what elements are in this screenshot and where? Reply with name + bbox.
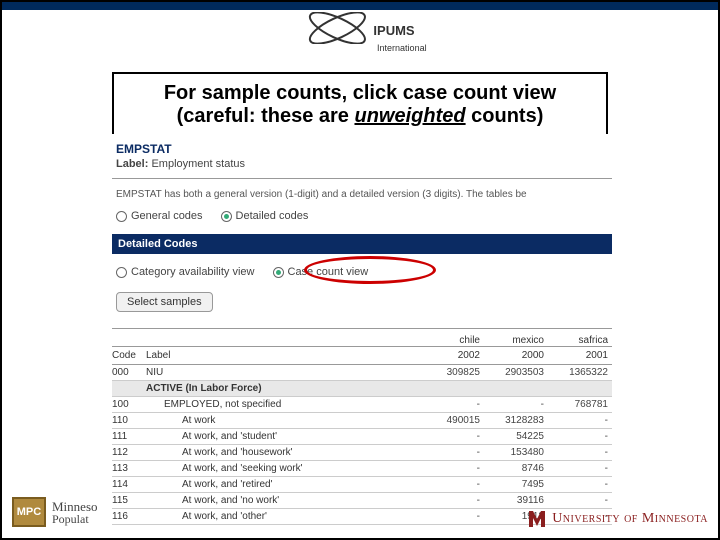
radio-category-availability-view[interactable]: Category availability view xyxy=(116,266,255,278)
radio-detailed-codes[interactable]: Detailed codes xyxy=(221,210,309,222)
title-line-2: (careful: these are unweighted counts) xyxy=(126,105,594,128)
table-row: 114At work, and 'retired'-7495- xyxy=(112,477,612,493)
radio-case-count-view[interactable]: Case count view xyxy=(273,266,369,278)
ipums-subtitle: International xyxy=(377,43,427,53)
slide: IPUMS International For sample counts, c… xyxy=(0,0,720,540)
mpc-badge-icon: MPC xyxy=(12,497,46,527)
top-accent-bar xyxy=(2,2,718,10)
select-samples-button[interactable]: Select samples xyxy=(116,292,213,312)
embedded-screenshot: EMPSTAT Label: Employment status EMPSTAT… xyxy=(112,134,612,534)
codes-table-body: 000NIU30982529035031365322ACTIVE (In Lab… xyxy=(112,365,612,525)
divider xyxy=(112,178,612,179)
table-row: 100EMPLOYED, not specified--768781 xyxy=(112,397,612,413)
variable-label: Label: Employment status xyxy=(112,158,612,174)
table-row: 110At work4900153128283- xyxy=(112,413,612,429)
table-row: 115At work, and 'no work'-39116- xyxy=(112,493,612,509)
ipums-logo: IPUMS International xyxy=(305,12,414,49)
title-line-1: For sample counts, click case count view xyxy=(126,82,594,105)
radio-icon xyxy=(273,267,284,278)
slide-title: For sample counts, click case count view… xyxy=(112,72,608,142)
table-row: ACTIVE (In Labor Force) xyxy=(112,381,612,397)
table-row: 112At work, and 'housework'-153480- xyxy=(112,445,612,461)
radio-icon xyxy=(116,211,127,222)
code-level-radios: General codes Detailed codes xyxy=(112,206,612,232)
radio-icon xyxy=(116,267,127,278)
divider xyxy=(112,328,612,329)
university-of-minnesota-logo: University of Minnesota xyxy=(528,510,708,528)
mpc-logo: MPC Minneso Populat xyxy=(12,494,98,530)
radio-icon xyxy=(221,211,232,222)
table-header: Code Label 2002 2000 2001 xyxy=(112,346,612,365)
view-radios: Category availability view Case count vi… xyxy=(112,262,612,290)
variable-name: EMPSTAT xyxy=(112,134,612,158)
ipums-name: IPUMS xyxy=(373,23,414,38)
table-row: 111At work, and 'student'-54225- xyxy=(112,429,612,445)
variable-description: EMPSTAT has both a general version (1-di… xyxy=(112,183,612,206)
table-row: 113At work, and 'seeking work'-8746- xyxy=(112,461,612,477)
table-row: 000NIU30982529035031365322 xyxy=(112,365,612,381)
ipums-x-icon xyxy=(305,12,369,49)
sample-countries-row: chile mexico safrica xyxy=(112,333,612,346)
um-m-icon xyxy=(528,510,546,528)
section-band: Detailed Codes xyxy=(112,234,612,254)
radio-general-codes[interactable]: General codes xyxy=(116,210,203,222)
